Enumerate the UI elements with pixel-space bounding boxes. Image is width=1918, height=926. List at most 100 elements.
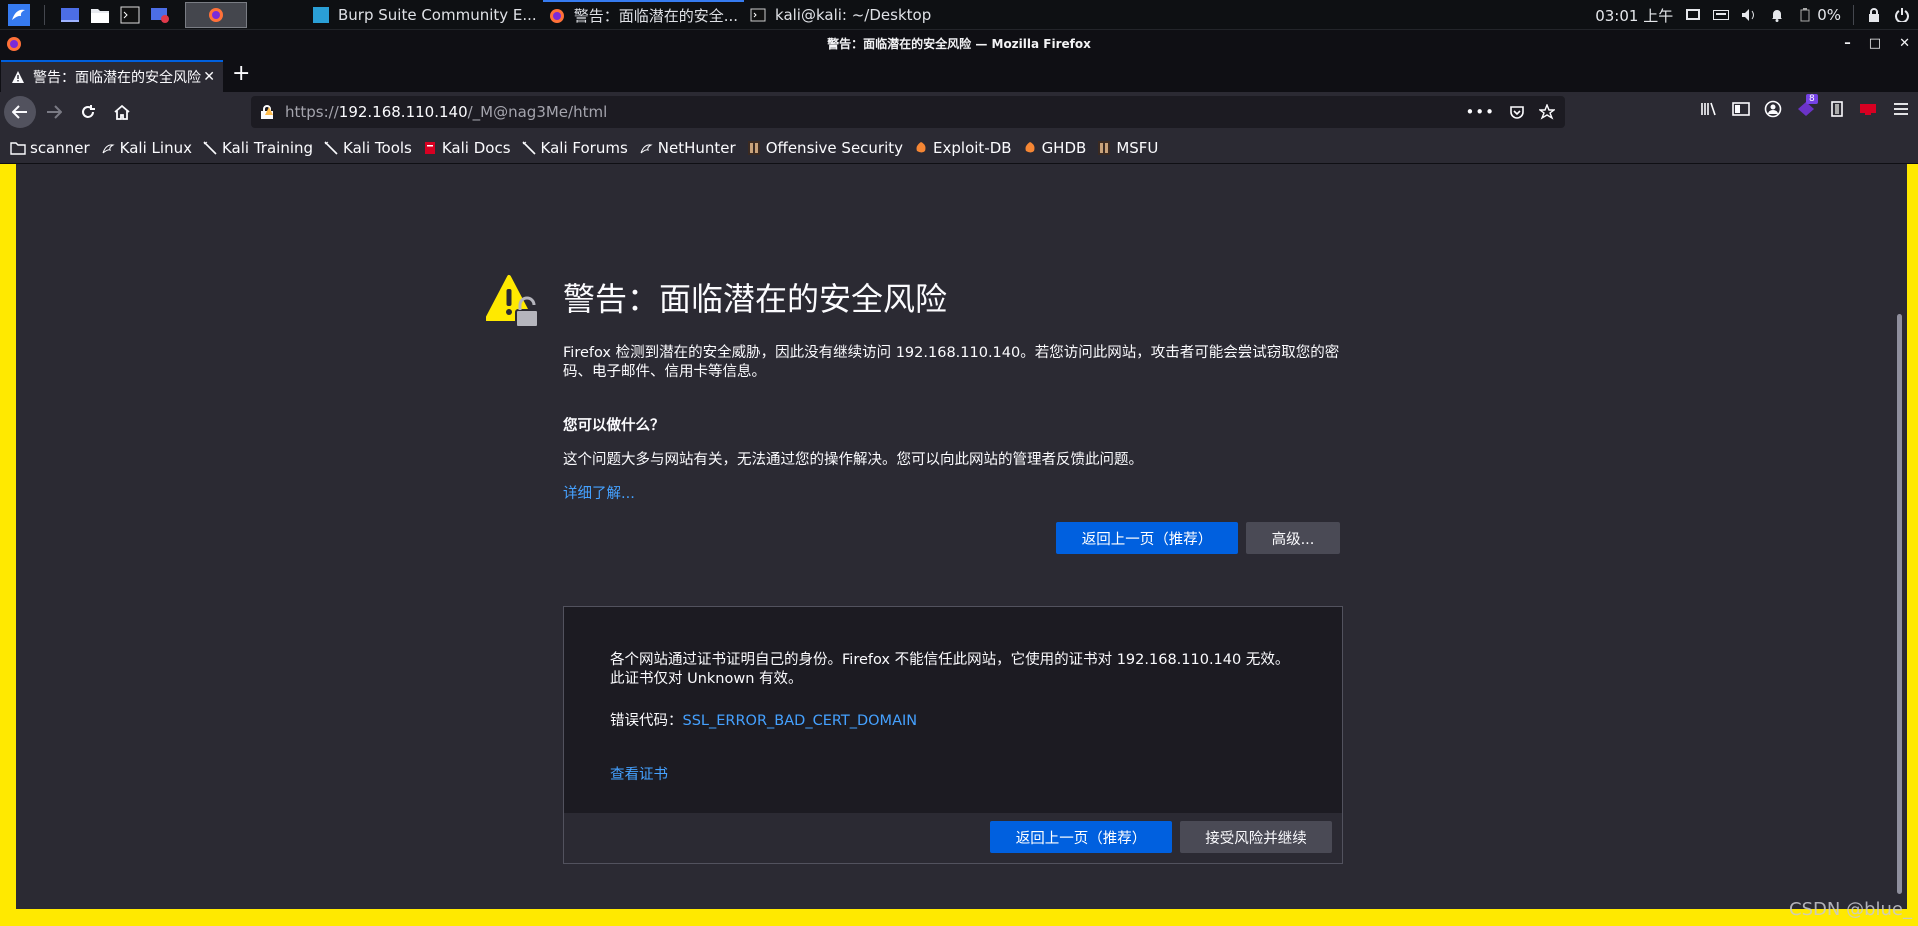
- accept-risk-button[interactable]: 接受风险并继续: [1180, 821, 1332, 853]
- scrollbar-thumb[interactable]: [1897, 314, 1902, 894]
- taskbar-window-label: kali@kali: ~/Desktop: [775, 5, 932, 24]
- arrow-left-icon: [12, 105, 27, 119]
- insecure-lock-icon[interactable]: [259, 104, 275, 120]
- firefox-icon: [549, 8, 564, 23]
- account-icon[interactable]: [1764, 100, 1782, 118]
- advice-text: 这个问题大多与网站有关，无法通过您的操作解决。您可以向此网站的管理者反馈此问题。: [563, 452, 1143, 468]
- warning-lock-icon: [486, 275, 539, 328]
- window-titlebar: 警告：面临潜在的安全风险 — Mozilla Firefox – □ ✕: [0, 30, 1918, 58]
- arrow-right-icon: [47, 105, 62, 119]
- clock[interactable]: 03:01 上午: [1595, 5, 1673, 26]
- bookmark-nethunter[interactable]: NetHunter: [638, 139, 736, 157]
- battery-indicator[interactable]: 0%: [1797, 6, 1841, 24]
- learn-more-link[interactable]: 详细了解...: [563, 482, 635, 503]
- screen-recorder-icon[interactable]: [149, 4, 171, 26]
- bookmark-label: scanner: [30, 138, 90, 157]
- firefox-icon: [7, 37, 21, 51]
- window-title: 警告：面临潜在的安全风险 — Mozilla Firefox: [827, 37, 1091, 51]
- toolbar-right: 8: [1700, 94, 1910, 118]
- error-code-link[interactable]: SSL_ERROR_BAD_CERT_DOMAIN: [683, 713, 918, 729]
- taskbar-window-burp[interactable]: Burp Suite Community E...: [307, 0, 543, 30]
- desktop-taskbar: Burp Suite Community E... 警告：面临潜在的安全... …: [0, 0, 1918, 30]
- maximize-icon[interactable]: □: [1869, 30, 1881, 58]
- bookmark-label: Kali Docs: [441, 138, 511, 157]
- minimize-icon[interactable]: –: [1844, 30, 1851, 58]
- watermark: CSDN @blue_: [1789, 899, 1912, 920]
- file-manager-icon[interactable]: [89, 4, 111, 26]
- home-icon: [114, 104, 130, 120]
- bookmarks-toolbar: scanner Kali Linux Kali Training Kali To…: [0, 132, 1918, 164]
- system-tray: 03:01 上午 0%: [1595, 0, 1918, 30]
- forward-button[interactable]: [38, 96, 70, 128]
- hamburger-menu-icon[interactable]: [1892, 101, 1910, 117]
- bookmark-label: MSFU: [1116, 138, 1159, 157]
- terminal-icon: [750, 8, 766, 21]
- foxyproxy-icon[interactable]: [1858, 101, 1878, 117]
- bookmark-msfu[interactable]: MSFU: [1096, 139, 1158, 157]
- url-host: 192.168.110.140: [338, 103, 468, 121]
- navigation-toolbar: https://192.168.110.140/_M@nag3Me/html •…: [0, 92, 1918, 132]
- go-back-button-secondary[interactable]: 返回上一页（推荐）: [990, 821, 1172, 853]
- close-window-icon[interactable]: ✕: [1899, 30, 1910, 58]
- bookmark-scanner[interactable]: scanner: [10, 139, 90, 157]
- bookmark-exploit-db[interactable]: Exploit-DB: [913, 139, 1012, 157]
- what-can-you-do-heading: 您可以做什么？: [563, 418, 665, 434]
- bookmark-kali-linux[interactable]: Kali Linux: [100, 139, 192, 157]
- tab-security-warning[interactable]: 警告：面临潜在的安全风险 ✕: [1, 60, 223, 92]
- notification-bell-icon[interactable]: [1769, 7, 1785, 23]
- sidebar-icon[interactable]: [1732, 101, 1750, 117]
- bookmark-kali-tools[interactable]: Kali Tools: [323, 139, 412, 157]
- advanced-button[interactable]: 高级...: [1246, 522, 1340, 554]
- taskbar-window-firefox[interactable]: 警告：面临潜在的安全...: [542, 0, 745, 30]
- show-desktop-icon[interactable]: [59, 4, 81, 26]
- bookmark-star-icon[interactable]: [1539, 104, 1555, 120]
- advanced-panel-footer: 返回上一页（推荐） 接受风险并继续: [564, 813, 1342, 863]
- lock-screen-icon[interactable]: [1866, 7, 1882, 23]
- error-code-label: 错误代码：: [610, 713, 683, 729]
- offsec-icon: [746, 140, 762, 156]
- page-actions-icon[interactable]: •••: [1465, 103, 1495, 121]
- bookmark-kali-forums[interactable]: Kali Forums: [521, 139, 628, 157]
- reload-icon: [82, 105, 95, 118]
- kali-menu-icon[interactable]: [8, 3, 30, 26]
- warning-icon: [12, 71, 24, 83]
- pocket-icon[interactable]: [1509, 104, 1525, 120]
- home-button[interactable]: [106, 96, 138, 128]
- go-back-button[interactable]: 返回上一页（推荐）: [1056, 522, 1238, 554]
- firefox-icon: [209, 7, 223, 22]
- power-icon[interactable]: [1894, 7, 1910, 23]
- address-bar[interactable]: https://192.168.110.140/_M@nag3Me/html •…: [251, 96, 1565, 128]
- new-tab-icon[interactable]: +: [232, 61, 250, 86]
- page-scrollbar[interactable]: [1892, 164, 1907, 909]
- bookmark-label: Kali Tools: [343, 138, 412, 157]
- bookmark-label: Offensive Security: [765, 138, 904, 157]
- exploitdb-icon: [1022, 140, 1038, 156]
- taskbar-window-terminal[interactable]: kali@kali: ~/Desktop: [744, 0, 937, 30]
- bookmark-kali-docs[interactable]: Kali Docs: [422, 139, 511, 157]
- bookmark-offensive-security[interactable]: Offensive Security: [746, 139, 903, 157]
- error-code-row: 错误代码：SSL_ERROR_BAD_CERT_DOMAIN: [610, 709, 917, 730]
- container-icon[interactable]: [1830, 100, 1844, 118]
- address-bar-actions: •••: [1465, 103, 1565, 121]
- reload-button[interactable]: [72, 96, 104, 128]
- back-button[interactable]: [4, 96, 36, 128]
- library-icon[interactable]: [1700, 101, 1718, 117]
- terminal-icon[interactable]: [119, 4, 141, 26]
- offsec-icon: [1096, 140, 1112, 156]
- extension-button[interactable]: 8: [1796, 94, 1818, 118]
- page-title: 警告：面临潜在的安全风险: [563, 280, 948, 318]
- window-controls: – □ ✕: [1844, 30, 1910, 58]
- taskbar-window-label: 警告：面临潜在的安全...: [573, 7, 739, 25]
- volume-icon[interactable]: [1741, 7, 1757, 23]
- taskbar-firefox-launcher[interactable]: [185, 1, 247, 28]
- kali-icon: [521, 140, 537, 156]
- bookmark-label: Kali Training: [221, 138, 314, 157]
- keyboard-icon[interactable]: [1713, 7, 1730, 23]
- bookmark-ghdb[interactable]: GHDB: [1022, 139, 1086, 157]
- view-certificate-link[interactable]: 查看证书: [610, 763, 668, 784]
- kali-docs-icon: [422, 140, 438, 156]
- kali-icon: [323, 140, 339, 156]
- close-tab-icon[interactable]: ✕: [203, 69, 215, 85]
- bookmark-kali-training[interactable]: Kali Training: [202, 139, 313, 157]
- display-icon[interactable]: [1685, 7, 1701, 23]
